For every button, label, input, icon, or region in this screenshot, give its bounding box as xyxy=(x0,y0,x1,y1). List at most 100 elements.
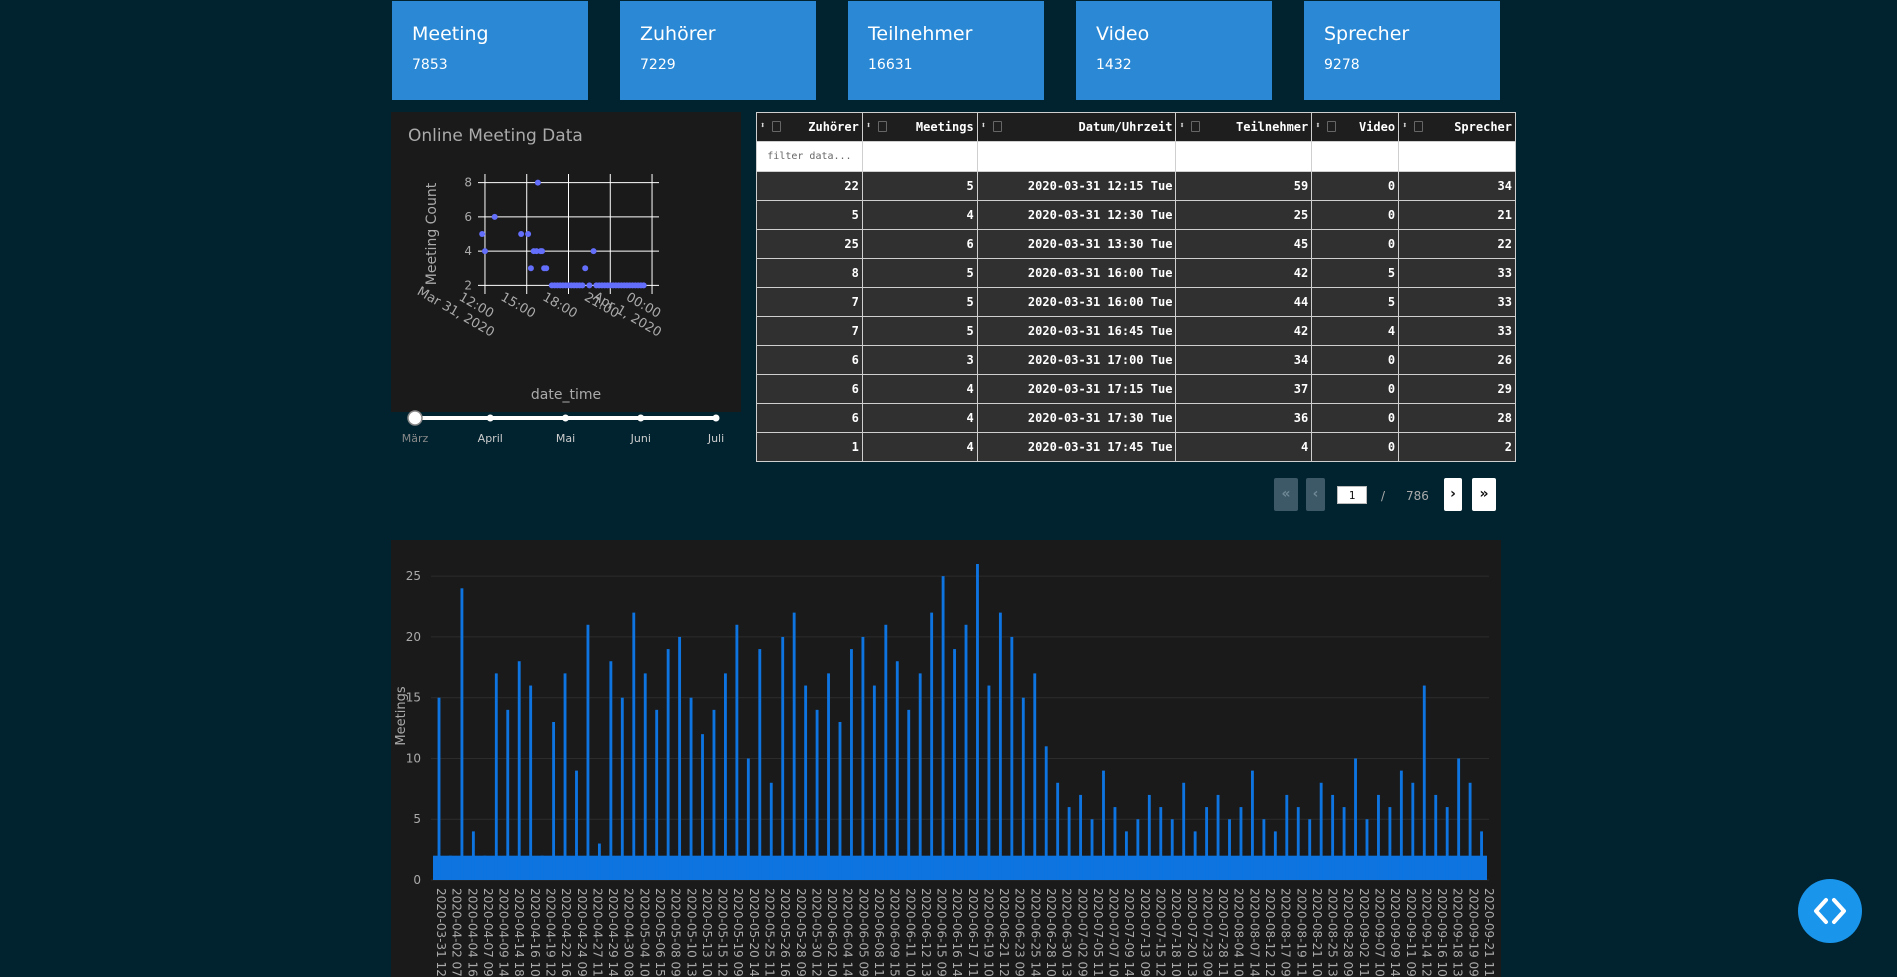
table-row[interactable]: 6 4 2020-03-31 17:15 Tue 37 0 29 xyxy=(756,374,1516,404)
bar[interactable] xyxy=(1365,819,1369,880)
bar[interactable] xyxy=(632,612,636,880)
table-cell[interactable]: 0 xyxy=(1311,229,1400,259)
bar[interactable] xyxy=(1399,770,1403,880)
bar[interactable] xyxy=(540,855,544,880)
table-cell[interactable]: 7 xyxy=(756,287,863,317)
slider-mark-label[interactable]: Juni xyxy=(630,432,651,445)
bar[interactable] xyxy=(620,697,624,880)
bar[interactable] xyxy=(792,612,796,880)
bar[interactable] xyxy=(1090,819,1094,880)
bar[interactable] xyxy=(930,612,934,880)
table-cell[interactable]: 0 xyxy=(1311,432,1400,462)
table-row[interactable]: 7 5 2020-03-31 16:00 Tue 44 5 33 xyxy=(756,287,1516,317)
scatter-point[interactable] xyxy=(582,265,589,272)
table-cell[interactable]: 0 xyxy=(1311,345,1400,375)
bar[interactable] xyxy=(1124,831,1128,880)
bar[interactable] xyxy=(1147,794,1151,880)
table-cell[interactable]: 26 xyxy=(1398,345,1516,375)
bar[interactable] xyxy=(1377,794,1380,880)
table-cell[interactable]: 28 xyxy=(1398,403,1516,433)
sort-icon[interactable]: ⬍ xyxy=(1179,121,1184,131)
bar[interactable] xyxy=(1411,782,1415,880)
bar[interactable] xyxy=(918,673,922,880)
bar[interactable] xyxy=(1010,636,1014,880)
table-cell[interactable]: 25 xyxy=(1175,200,1313,230)
scatter-point[interactable] xyxy=(525,231,532,237)
last-page-button[interactable]: » xyxy=(1472,478,1496,511)
bar[interactable] xyxy=(998,612,1002,880)
next-page-button[interactable]: › xyxy=(1444,478,1462,511)
page-number-input[interactable] xyxy=(1337,486,1367,504)
scatter-point[interactable] xyxy=(543,265,550,272)
bar[interactable] xyxy=(1159,807,1163,880)
delete-column-icon[interactable] xyxy=(1327,121,1337,132)
sort-icon[interactable]: ⬍ xyxy=(760,121,765,131)
bar[interactable] xyxy=(1468,782,1472,880)
bar[interactable] xyxy=(746,758,750,880)
bar-chart-panel[interactable]: 0 5 10 15 20 25 Meetings 2020-03-31 12:15 2020-0… xyxy=(391,540,1501,977)
table-cell[interactable]: 4 xyxy=(1311,316,1400,346)
bar[interactable] xyxy=(907,709,911,880)
bar[interactable] xyxy=(552,722,556,880)
table-row[interactable]: 1 4 2020-03-31 17:45 Tue 4 0 2 xyxy=(756,432,1516,462)
bar[interactable] xyxy=(1079,794,1083,880)
bar[interactable] xyxy=(1228,819,1231,880)
filter-input[interactable] xyxy=(1311,141,1400,172)
scatter-point[interactable] xyxy=(518,231,525,237)
table-cell[interactable]: 0 xyxy=(1311,374,1400,404)
bar[interactable] xyxy=(1388,807,1392,880)
table-cell[interactable]: 5 xyxy=(756,200,863,230)
bar[interactable] xyxy=(838,722,842,880)
bar[interactable] xyxy=(529,685,533,880)
bar[interactable] xyxy=(1239,807,1243,880)
bar[interactable] xyxy=(1285,794,1289,880)
bar[interactable] xyxy=(655,709,659,880)
table-cell[interactable]: 2020-03-31 17:00 Tue xyxy=(976,345,1177,375)
column-header-sprecher[interactable]: ⬍ Sprecher xyxy=(1398,112,1516,142)
bar[interactable] xyxy=(872,685,876,880)
bar[interactable] xyxy=(987,685,991,880)
column-header-video[interactable]: ⬍ Video xyxy=(1311,112,1400,142)
column-header-meetings[interactable]: ⬍ Meetings xyxy=(861,112,978,142)
slider-mark-label[interactable]: April xyxy=(478,432,503,445)
table-cell[interactable]: 5 xyxy=(1311,287,1400,317)
bar[interactable] xyxy=(689,697,693,880)
slider-dot[interactable] xyxy=(637,414,645,422)
bar[interactable] xyxy=(1205,807,1209,880)
previous-page-button[interactable]: ‹ xyxy=(1306,478,1325,511)
table-row[interactable]: 6 4 2020-03-31 17:30 Tue 36 0 28 xyxy=(756,403,1516,433)
table-cell[interactable]: 6 xyxy=(756,403,863,433)
filter-input[interactable]: filter data... xyxy=(756,141,863,172)
delete-column-icon[interactable] xyxy=(877,121,887,132)
table-cell[interactable]: 4 xyxy=(861,200,978,230)
bar[interactable] xyxy=(1457,758,1461,880)
bar[interactable] xyxy=(575,770,578,880)
scatter-point[interactable] xyxy=(479,231,486,237)
table-cell[interactable]: 2020-03-31 17:45 Tue xyxy=(976,432,1177,462)
table-cell[interactable]: 6 xyxy=(861,229,978,259)
table-cell[interactable]: 2020-03-31 17:30 Tue xyxy=(976,403,1177,433)
table-row[interactable]: 5 4 2020-03-31 12:30 Tue 25 0 21 xyxy=(756,200,1516,230)
column-header-zuhoerer[interactable]: ⬍ Zuhörer xyxy=(756,112,863,142)
bar[interactable] xyxy=(517,661,521,880)
scatter-chart-panel[interactable]: 2 4 6 8 12:00Mar 31, 2020 15:00 18:00 21:00 00:0… xyxy=(391,112,741,412)
delete-column-icon[interactable] xyxy=(1414,121,1424,132)
table-cell[interactable]: 6 xyxy=(756,345,863,375)
table-cell[interactable]: 22 xyxy=(1398,229,1516,259)
bar[interactable] xyxy=(804,685,808,880)
slider-dot[interactable] xyxy=(712,414,720,422)
filter-input[interactable] xyxy=(1398,141,1516,172)
slider-mark-label[interactable]: Mai xyxy=(556,432,575,445)
bar[interactable] xyxy=(1021,697,1025,880)
bar[interactable] xyxy=(1354,758,1357,880)
table-cell[interactable]: 4 xyxy=(861,374,978,404)
bar[interactable] xyxy=(643,673,647,880)
table-cell[interactable]: 42 xyxy=(1175,316,1313,346)
table-cell[interactable]: 42 xyxy=(1175,258,1313,288)
bar[interactable] xyxy=(1102,770,1105,880)
bar[interactable] xyxy=(895,661,899,880)
bar[interactable] xyxy=(850,649,853,880)
bar[interactable] xyxy=(781,636,785,880)
scatter-point[interactable] xyxy=(527,265,534,272)
scatter-point[interactable] xyxy=(586,282,593,289)
